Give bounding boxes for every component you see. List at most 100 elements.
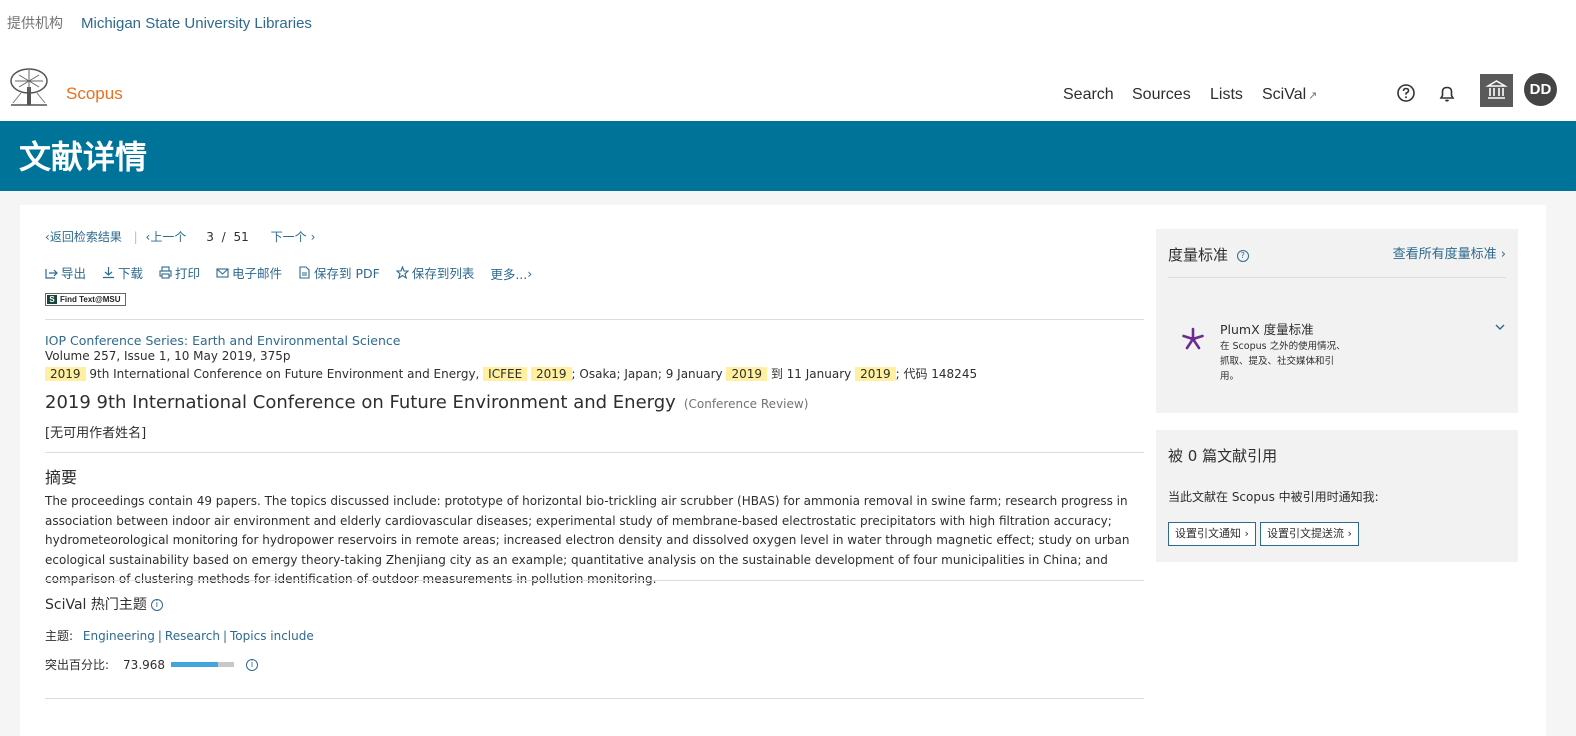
page-title: 文献详情 [19,138,148,176]
scival-topic-row: 主题: Engineering | Research | Topics include [45,627,314,644]
divider [1168,277,1506,278]
set-citation-alert-button[interactable]: 设置引文通知 › [1168,522,1256,546]
view-all-metrics-link[interactable]: 查看所有度量标准 › [1393,243,1506,262]
percentile-bar [171,662,235,667]
scopus-brand-link[interactable]: Scopus [66,84,123,104]
nav-sources[interactable]: Sources [1132,86,1191,104]
export-icon [45,269,58,279]
cited-by-title: 被 0 篇文献引用 [1168,447,1278,465]
help-icon[interactable] [1395,82,1417,104]
email-icon [216,268,229,278]
institution-bar: 提供机构 Michigan State University Libraries [0,0,1576,56]
percentile-bar-fill [171,662,218,667]
previous-label: 上一个 [150,230,187,244]
conference-info: 2019 9th International Conference on Fut… [45,365,977,382]
set-citation-feed-label: 设置引文提送流 [1267,527,1344,540]
download-action[interactable]: 下载 [102,263,143,282]
elsevier-tree-logo-icon[interactable] [7,67,51,107]
find-text-label: Find Text@MSU [60,295,121,304]
site-header: Scopus Search Sources Lists SciVal ↗ DD [0,56,1576,122]
email-label: 电子邮件 [232,266,283,281]
search-highlight: 2019 [530,367,572,381]
source-title-link[interactable]: IOP Conference Series: Earth and Environ… [45,333,400,348]
pager-current: 3 [206,230,214,244]
save-pdf-action[interactable]: 保存到 PDF [298,263,380,282]
search-highlight: 2019 [45,367,86,381]
email-action[interactable]: 电子邮件 [216,263,282,282]
nav-search[interactable]: Search [1063,86,1114,104]
bank-building-icon [1485,80,1508,99]
previous-document-link[interactable]: ‹上一个 [146,230,191,244]
divider [45,452,1144,453]
export-action[interactable]: 导出 [45,263,86,282]
next-label: 下一个 [270,230,307,244]
print-icon [159,266,172,279]
plumx-logo-icon [1182,327,1204,350]
external-link-icon: ↗ [1308,90,1318,102]
save-list-label: 保存到列表 [411,266,475,281]
back-to-results-link[interactable]: ‹返回检索结果 [45,230,126,244]
download-label: 下载 [118,266,144,281]
source-volume: Volume 257, Issue 1, 10 May 2019, 375p [45,349,291,363]
set-citation-alert-label: 设置引文通知 [1175,527,1241,540]
next-document-link[interactable]: 下一个 › [271,230,316,244]
pager-total: 51 [233,230,249,244]
topic-link[interactable]: Topics include [230,629,314,643]
set-citation-feed-button[interactable]: 设置引文提送流 › [1260,522,1359,546]
authors: [无可用作者姓名] [45,426,147,441]
user-avatar[interactable]: DD [1524,73,1557,106]
divider [45,698,1144,699]
print-action[interactable]: 打印 [159,263,200,282]
institution-link[interactable]: Michigan State University Libraries [81,15,312,32]
topic-separator: | [222,629,228,643]
abstract-heading: 摘要 [45,468,78,487]
citation-notify-text: 当此文献在 Scopus 中被引用时通知我: [1168,490,1379,504]
cited-by-panel: 被 0 篇文献引用 当此文献在 Scopus 中被引用时通知我: 设置引文通知 … [1156,430,1518,562]
save-list-action[interactable]: 保存到列表 [395,263,475,282]
prominence-percentile-row: 突出百分比: 73.968 i [45,656,259,673]
document-actions: 导出 下载 打印 电子邮件 保存到 PDF 保存到列表 更多... › [45,263,544,283]
download-icon [103,267,114,279]
metrics-title: 度量标准 ? [1168,244,1249,265]
institution-label: 提供机构 [7,16,63,32]
plumx-title: PlumX 度量标准 [1220,322,1314,337]
topic-separator: | [157,629,162,643]
metrics-title-label: 度量标准 [1168,246,1229,264]
abstract-text: The proceedings contain 49 papers. The t… [45,494,1130,586]
conference-text: ; Osaka; Japan; 9 January [571,367,727,381]
help-icon[interactable]: ? [1236,249,1249,262]
metrics-panel: 度量标准 ? 查看所有度量标准 › PlumX 度量标准 在 Scopus 之外… [1156,229,1518,413]
info-icon[interactable]: i [150,599,163,611]
print-label: 打印 [175,266,201,281]
msu-logo-icon: S [47,295,57,304]
topic-label: 主题: [45,629,74,643]
pdf-file-icon [299,266,310,279]
scival-topics-heading: SciVal 热门主题 i [45,594,163,614]
find-text-msu-button[interactable]: S Find Text@MSU [45,293,126,306]
topic-link[interactable]: Engineering [83,629,155,643]
more-actions-button[interactable]: 更多... › [490,264,532,283]
chevron-down-icon[interactable] [1494,321,1506,333]
info-icon[interactable]: i [246,658,259,671]
divider [45,580,1144,581]
document-navigation: ‹返回检索结果 | ‹上一个 3 / 51 下一个 › [45,228,315,245]
conference-text: 9th International Conference on Future E… [85,367,484,381]
document-type: (Conference Review) [683,397,809,411]
percentile-value: 73.968 [123,657,166,672]
view-all-metrics-label: 查看所有度量标准 [1392,247,1497,262]
scival-heading-label: SciVal 热门主题 [45,597,147,613]
institution-icon[interactable] [1480,74,1513,107]
star-icon [395,266,409,279]
conference-code: ; 代码 148245 [895,367,978,381]
pager-of: / [221,230,226,244]
search-highlight: 2019 [855,367,896,381]
export-label: 导出 [61,266,87,281]
percentile-label: 突出百分比: [45,658,110,672]
nav-lists[interactable]: Lists [1210,86,1243,104]
nav-scival-label: SciVal [1262,86,1307,103]
nav-scival[interactable]: SciVal ↗ [1262,86,1317,104]
more-label: 更多... [490,267,528,282]
topic-link[interactable]: Research [165,629,220,643]
search-highlight: ICFEE [483,367,528,381]
bell-icon[interactable] [1436,82,1458,104]
